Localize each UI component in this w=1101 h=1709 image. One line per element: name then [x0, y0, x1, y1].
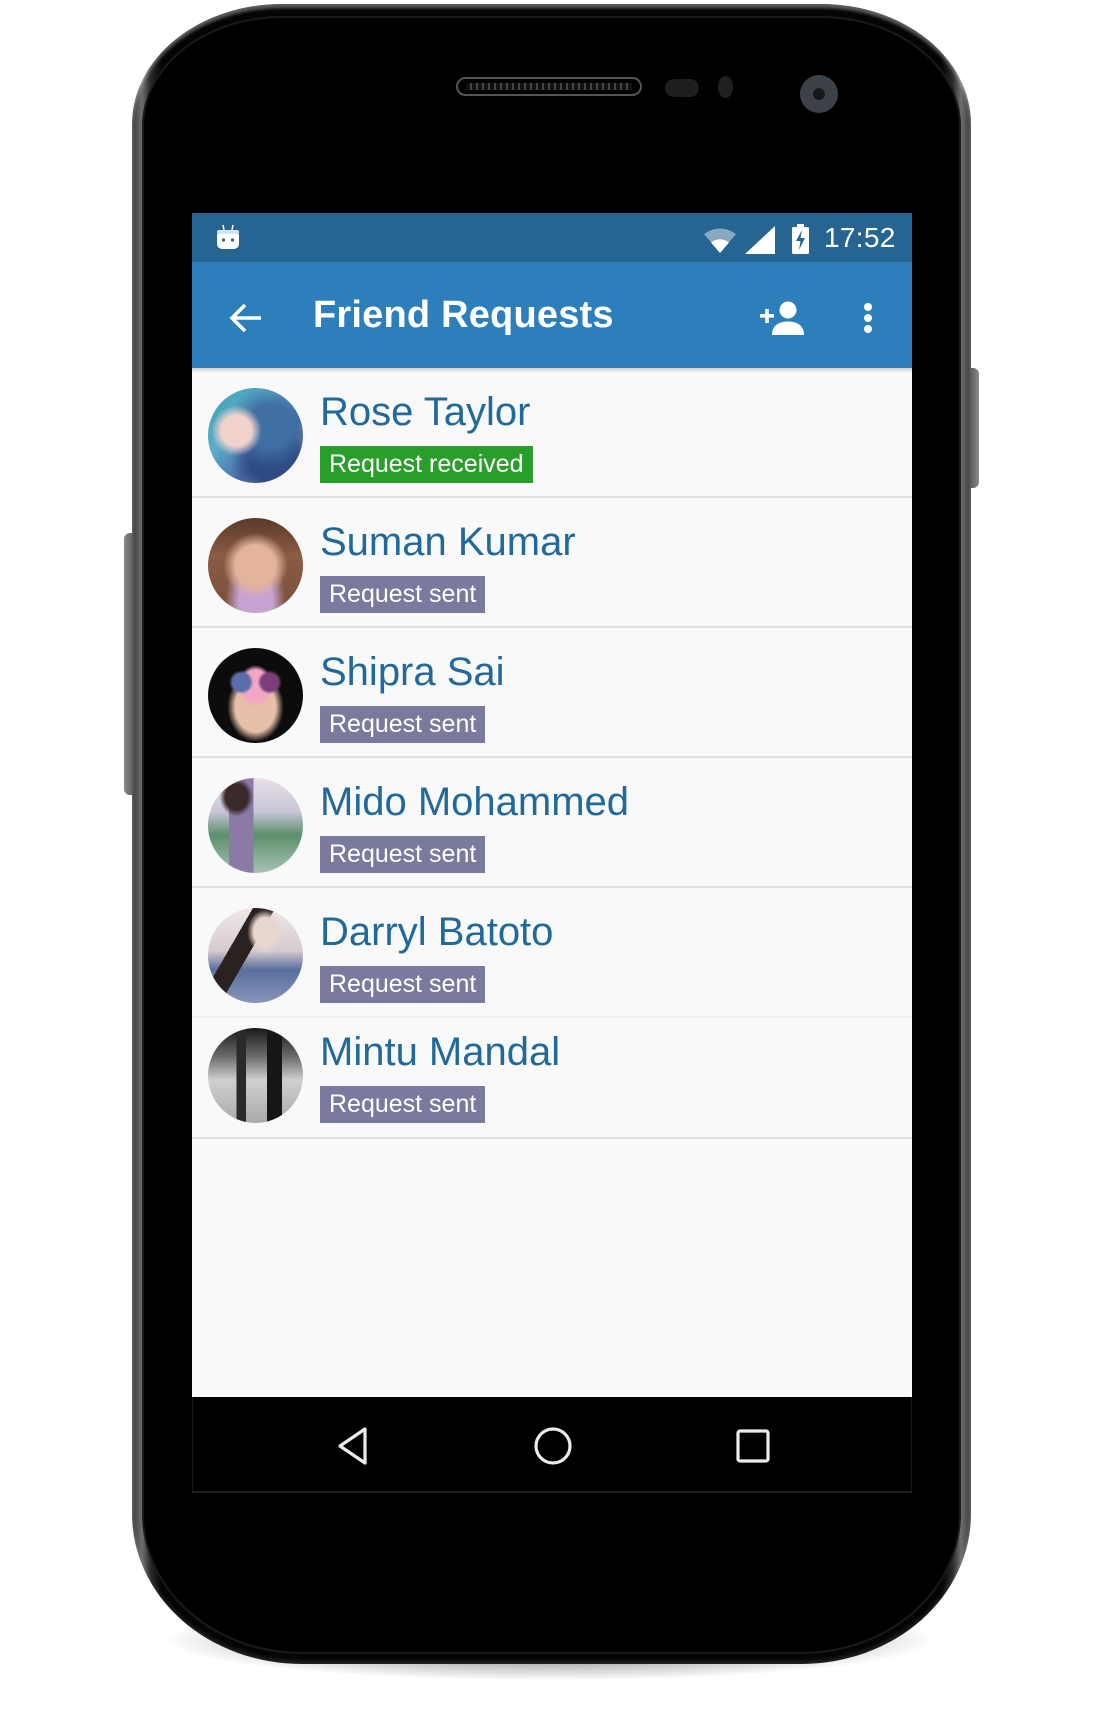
nav-home-icon [534, 1427, 572, 1465]
status-time: 17:52 [824, 222, 896, 253]
avatar[interactable] [208, 778, 303, 873]
navigation-bar [192, 1397, 912, 1493]
device-screen: 17:52 Friend Requests Rose Taylor Reques… [192, 213, 912, 1493]
page-title: Friend Requests [313, 294, 614, 336]
status-badge: Request sent [320, 706, 486, 743]
nav-back-button[interactable] [328, 1421, 378, 1471]
earpiece-speaker [456, 77, 642, 96]
friend-request-list: Rose Taylor Request received Suman Kumar… [192, 368, 912, 1139]
nav-home-button[interactable] [528, 1421, 578, 1471]
android-debug-icon [217, 224, 239, 249]
status-badge: Request sent [320, 576, 486, 613]
avatar[interactable] [208, 1028, 303, 1123]
power-button [970, 368, 979, 488]
friend-request-row[interactable]: Suman Kumar Request sent [192, 498, 912, 628]
friend-request-row[interactable]: Shipra Sai Request sent [192, 628, 912, 758]
light-sensor [718, 76, 733, 98]
status-badge: Request sent [320, 966, 486, 1003]
add-friend-button[interactable] [755, 294, 811, 342]
wifi-icon [704, 228, 736, 253]
more-options-button[interactable] [848, 292, 888, 344]
friend-request-row[interactable]: Mido Mohammed Request sent [192, 758, 912, 888]
friend-name[interactable]: Darryl Batoto [320, 906, 553, 958]
status-badge: Request sent [320, 836, 486, 873]
status-bar: 17:52 [192, 213, 912, 262]
nav-recents-button[interactable] [728, 1421, 778, 1471]
cell-signal-icon [745, 226, 775, 254]
friend-request-row[interactable]: Rose Taylor Request received [192, 368, 912, 498]
nav-back-icon [338, 1427, 367, 1465]
nav-recents-icon [736, 1429, 770, 1463]
friend-name[interactable]: Rose Taylor [320, 386, 530, 438]
person-add-icon [760, 301, 804, 335]
arrow-back-icon [229, 303, 261, 333]
avatar[interactable] [208, 648, 303, 743]
avatar[interactable] [208, 908, 303, 1003]
avatar[interactable] [208, 388, 303, 483]
status-badge: Request received [320, 446, 533, 483]
friend-name[interactable]: Suman Kumar [320, 516, 576, 568]
friend-request-row[interactable]: Mintu Mandal Request sent [192, 1018, 912, 1139]
app-bar-shadow [192, 368, 912, 373]
battery-charging-icon [792, 224, 809, 254]
proximity-sensor [665, 79, 699, 97]
avatar[interactable] [208, 518, 303, 613]
friend-name[interactable]: Mido Mohammed [320, 776, 629, 828]
front-camera [800, 75, 838, 113]
friend-name[interactable]: Shipra Sai [320, 646, 505, 698]
friend-name[interactable]: Mintu Mandal [320, 1026, 560, 1078]
app-bar: Friend Requests [192, 262, 912, 368]
status-badge: Request sent [320, 1086, 486, 1123]
back-button[interactable] [220, 292, 272, 344]
more-vert-icon [864, 303, 872, 333]
friend-request-row[interactable]: Darryl Batoto Request sent [192, 888, 912, 1018]
